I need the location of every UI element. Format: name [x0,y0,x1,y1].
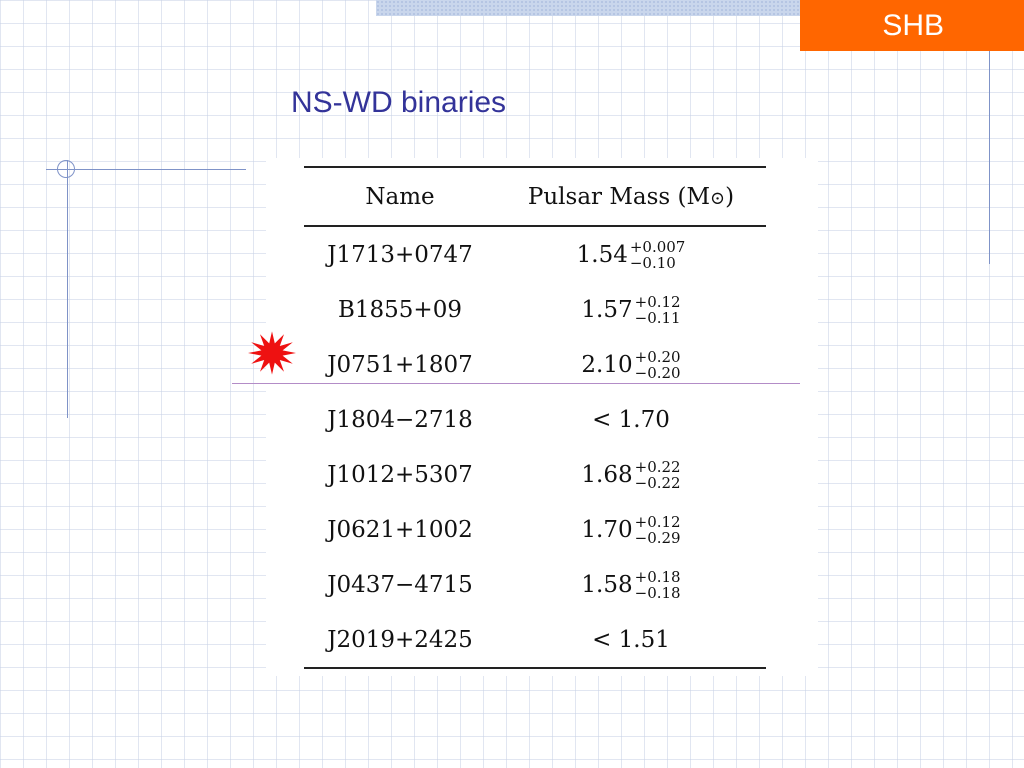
pulsar-mass: < 1.51 [496,612,766,669]
pulsar-mass-table: Name Pulsar Mass (M⊙) J1713+0747 1.54 +0.… [304,166,766,669]
pulsar-mass: 1.68 +0.22 −0.22 [496,447,766,502]
header-mass: Pulsar Mass (M⊙) [496,166,766,227]
header-mass-label: Pulsar Mass (M [527,183,711,210]
pulsar-mass: 1.54 +0.007 −0.10 [496,226,766,282]
table-row: J1804−2718 < 1.70 [304,392,766,447]
slide-title: NS-WD binaries [291,86,507,119]
mass-value: 1.70 [581,516,633,543]
mass-value: 1.54 [576,241,628,268]
top-decorative-strip [376,0,800,16]
mass-minus-error: −0.10 [629,253,676,272]
mass-plus-error: +0.22 [634,457,681,476]
mass-value: 1.57 [581,296,633,323]
mass-minus-error: −0.22 [634,473,681,492]
pulsar-name: J1713+0747 [327,241,473,268]
pulsar-name: J2019+2425 [304,612,496,669]
left-vertical-rule [67,160,68,418]
mass-minus-error: −0.29 [634,528,681,547]
table-row: J2019+2425 < 1.51 [304,612,766,669]
mass-plus-error: +0.12 [634,292,681,311]
highlight-divider-line [232,383,800,384]
top-horizontal-rule [46,169,246,170]
table-header-row: Name Pulsar Mass (M⊙) [304,166,766,227]
pulsar-mass: 1.70 +0.12 −0.29 [496,502,766,557]
pulsar-name: B1855+09 [338,296,462,323]
table-row: J1713+0747 1.54 +0.007 −0.10 [304,226,766,282]
mass-plus-error: +0.18 [634,567,681,586]
mass-value: < 1.70 [592,406,670,433]
mass-value: 2.10 [581,351,633,378]
pulsar-name: J1804−2718 [327,406,473,433]
pulsar-mass: < 1.70 [496,392,766,447]
table-row: J1012+5307 1.68 +0.22 −0.22 [304,447,766,502]
mass-value: 1.68 [581,461,633,488]
mass-minus-error: −0.11 [634,308,681,327]
mass-value: 1.58 [581,571,633,598]
pulsar-name: J1012+5307 [327,461,473,488]
mass-minus-error: −0.20 [634,363,681,382]
table-row: B1855+09 1.57 +0.12 −0.11 [304,282,766,337]
red-star-burst-icon [248,331,296,375]
table-row: J0621+1002 1.70 +0.12 −0.29 [304,502,766,557]
right-vertical-rule [989,51,990,264]
table-panel: Name Pulsar Mass (M⊙) J1713+0747 1.54 +0.… [266,158,818,676]
mass-minus-error: −0.18 [634,583,681,602]
pulsar-name: J0621+1002 [327,516,473,543]
pulsar-name: J0437−4715 [327,571,473,598]
sun-symbol: ⊙ [710,187,726,209]
mass-value: < 1.51 [592,626,670,653]
mass-plus-error: +0.12 [634,512,681,531]
pulsar-mass: 1.58 +0.18 −0.18 [496,557,766,612]
table-row: J0437−4715 1.58 +0.18 −0.18 [304,557,766,612]
circle-ornament [57,160,75,178]
shb-badge: SHB [800,0,1024,51]
mass-plus-error: +0.007 [629,237,686,256]
pulsar-mass: 1.57 +0.12 −0.11 [496,282,766,337]
mass-plus-error: +0.20 [634,347,681,366]
header-name: Name [304,166,496,227]
header-mass-close: ) [725,183,735,210]
